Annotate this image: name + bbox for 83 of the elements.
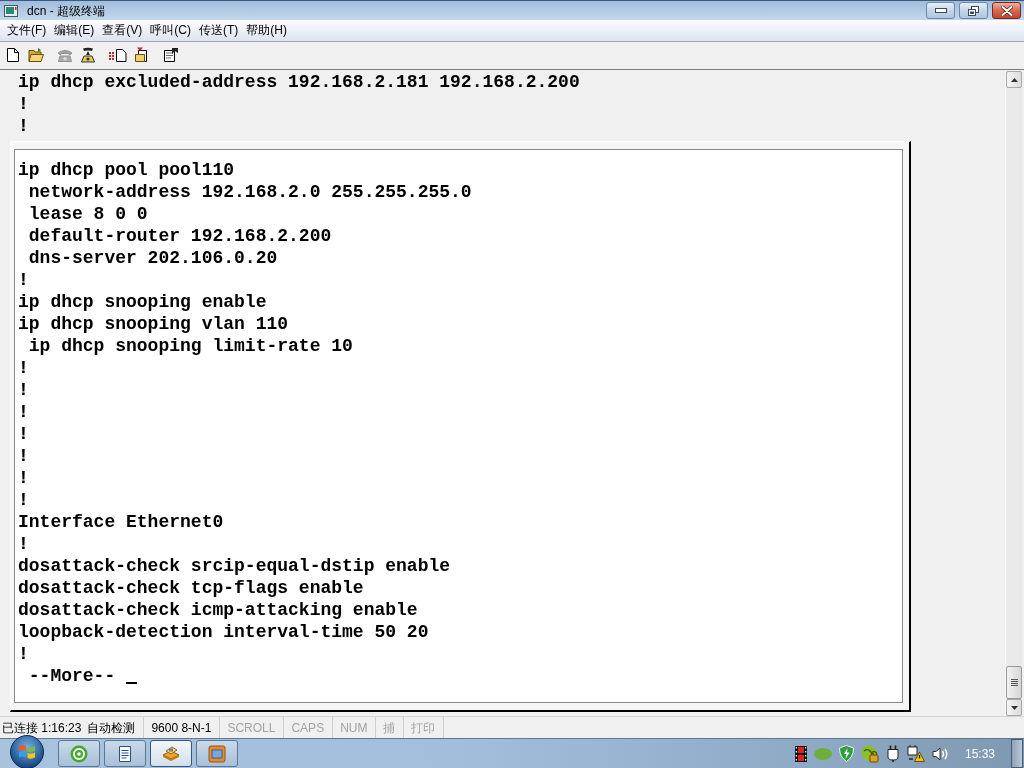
window-icon <box>208 744 226 763</box>
menu-item[interactable]: 呼叫(C) <box>146 22 195 39</box>
menu-item[interactable]: 文件(F) <box>3 22 51 39</box>
blank-page-icon <box>5 47 21 63</box>
menu-item[interactable]: 编辑(E) <box>50 22 99 39</box>
status-indicator: CAPS <box>291 720 325 735</box>
phone-receiver-icon <box>80 47 96 63</box>
terminal-line: --More-- <box>28 665 116 687</box>
terminal-line: Interface Ethernet0 <box>18 511 224 533</box>
terminal-line: loopback-detection interval-time 50 20 <box>18 621 429 643</box>
menu-item[interactable]: 帮助(H) <box>242 22 291 39</box>
close-icon <box>1000 5 1013 16</box>
speaker-icon[interactable] <box>931 745 949 762</box>
minimize-button[interactable] <box>926 2 955 19</box>
terminal-line: ! <box>18 467 29 489</box>
terminal-line: ! <box>18 643 29 665</box>
terminal-line: default-router 192.168.2.200 <box>28 225 332 247</box>
restore-icon <box>968 5 979 16</box>
vertical-scrollbar[interactable] <box>1005 71 1022 716</box>
terminal-line: ! <box>18 533 29 555</box>
status-text: 自动检测 <box>87 720 136 735</box>
properties-icon <box>163 47 179 63</box>
status-text: 已连接 1:16:23 <box>2 720 82 735</box>
menu-item[interactable]: 查看(V) <box>98 22 147 39</box>
taskbar-button[interactable] <box>150 740 192 767</box>
restore-button[interactable] <box>959 2 988 19</box>
start-orb-icon <box>10 734 44 768</box>
start-button[interactable] <box>10 734 44 768</box>
status-indicator: 捕 <box>383 720 396 735</box>
terminal-line: ip dhcp excluded-address 192.168.2.181 192.168.2.200 <box>18 71 580 93</box>
dotted-page-icon <box>109 47 127 63</box>
status-indicator: SCROLL <box>227 720 276 735</box>
terminal-line: network-address 192.168.2.0 255.255.255.0 <box>28 181 472 203</box>
minimize-icon <box>934 8 947 13</box>
terminal-line: ! <box>18 269 29 291</box>
down-arrow-icon <box>1010 705 1018 710</box>
network-warning-icon[interactable] <box>906 745 925 762</box>
terminal-line: ! <box>18 115 29 137</box>
page-with-folder-icon <box>134 47 150 63</box>
status-indicator: NUM <box>340 720 368 735</box>
window-title: dcn - 超级终端 <box>27 3 105 18</box>
terminal-line: ! <box>18 93 29 115</box>
taskbar-button[interactable] <box>58 740 100 767</box>
phone-icon <box>57 47 73 63</box>
terminal-app-icon <box>4 4 18 17</box>
terminal-line: ! <box>18 445 29 467</box>
stacked-app-icon <box>161 744 181 763</box>
show-desktop-button[interactable] <box>1011 739 1023 768</box>
toolbar-button[interactable] <box>78 45 98 65</box>
document-icon <box>116 744 134 763</box>
film-strip-icon[interactable] <box>794 745 807 762</box>
close-button[interactable] <box>992 2 1021 19</box>
up-arrow-icon <box>1010 77 1018 82</box>
taskbar-button[interactable] <box>196 740 238 767</box>
grip-icon <box>1010 679 1018 686</box>
menu-item[interactable]: 传送(T) <box>195 22 243 39</box>
terminal-line: lease 8 0 0 <box>28 203 148 225</box>
toolbar-button[interactable] <box>161 45 181 65</box>
terminal-line: dosattack-check srcip-equal-dstip enable <box>18 555 451 577</box>
terminal-line: ! <box>18 423 29 445</box>
terminal-line: ! <box>18 379 29 401</box>
scroll-thumb[interactable] <box>1006 666 1022 699</box>
terminal-line: ip dhcp pool pool110 <box>18 159 235 181</box>
scroll-up-button[interactable] <box>1006 71 1022 88</box>
terminal-line: dosattack-check icmp-attacking enable <box>18 599 418 621</box>
terminal-line: ip dhcp snooping enable <box>18 291 267 313</box>
ring-logo-icon <box>70 744 88 763</box>
plug-icon[interactable] <box>885 745 900 762</box>
status-text: 9600 8-N-1 <box>151 720 212 735</box>
terminal-line: dosattack-check tcp-flags enable <box>18 577 364 599</box>
terminal-line: ip dhcp snooping limit-rate 10 <box>28 335 353 357</box>
globe-lock-icon[interactable] <box>860 744 879 763</box>
toolbar-button[interactable] <box>26 45 46 65</box>
terminal-line: dns-server 202.106.0.20 <box>28 247 278 269</box>
folder-icon <box>28 47 44 63</box>
terminal-line: ip dhcp snooping vlan 110 <box>18 313 289 335</box>
terminal-line: ! <box>18 401 29 423</box>
taskbar-button[interactable] <box>104 740 146 767</box>
terminal-line: ! <box>18 489 29 511</box>
status-indicator: 打印 <box>411 720 436 735</box>
scroll-down-button[interactable] <box>1006 699 1022 716</box>
shield-icon[interactable] <box>838 745 854 762</box>
terminal-line: ! <box>18 357 29 379</box>
